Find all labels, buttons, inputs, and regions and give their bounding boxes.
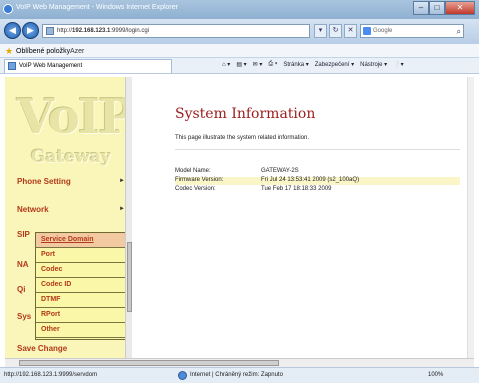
print-icon[interactable]: ⎙ ▾ <box>268 61 277 68</box>
nav-icons: ▾ ↻ ✕ <box>314 24 357 38</box>
menu-save-change[interactable]: Save Change <box>17 344 67 353</box>
info-label: Firmware Version: <box>175 177 224 183</box>
info-value: Fri Jul 24 13:53:41 2009 (s2_100aQ) <box>261 177 360 183</box>
page-title: System Information <box>175 106 316 122</box>
favorites-star-icon[interactable]: ★ <box>5 46 13 57</box>
logo-subtitle: Gateway <box>31 147 111 167</box>
info-value: Tue Feb 17 18:18:33 2009 <box>261 186 332 192</box>
sidebar-scroll-thumb[interactable] <box>127 242 132 312</box>
logo-text: VoIP <box>17 89 132 145</box>
tab-bar: VoIP Web Management ⌂ ▾ ▤ ▾ ✉ ▾ ⎙ ▾ Strá… <box>0 58 479 74</box>
search-engine-label: Google <box>373 28 393 34</box>
favorite-item[interactable]: Azer <box>70 48 84 55</box>
stop-icon[interactable]: ✕ <box>344 24 357 38</box>
command-bar: ⌂ ▾ ▤ ▾ ✉ ▾ ⎙ ▾ Stránka ▾ Zabezpečení ▾ … <box>222 61 404 68</box>
status-zone: Internet | Chráněný režim: Zapnuto <box>190 372 283 378</box>
tab-title: VoIP Web Management <box>19 63 83 69</box>
forward-button[interactable]: ▶ <box>22 22 39 39</box>
submenu-dtmf[interactable]: DTMF <box>36 293 127 308</box>
feeds-icon[interactable]: ▤ ▾ <box>236 61 246 68</box>
main-content: System Information This page illustrate … <box>134 77 474 367</box>
address-prefix: http:// <box>57 28 73 34</box>
sidebar: VoIP Gateway Phone Setting ► Network ► S… <box>5 77 132 367</box>
dropdown-icon[interactable]: ▾ <box>314 24 327 38</box>
info-row-firmware: Firmware Version: Fri Jul 24 13:53:41 20… <box>175 177 460 185</box>
menu-nat[interactable]: NA <box>17 260 29 269</box>
maximize-button[interactable]: □ <box>429 1 445 15</box>
info-row-model: Model Name: GATEWAY-2S <box>175 168 460 176</box>
content-scrollbar[interactable] <box>467 77 474 367</box>
menu-phone-setting[interactable]: Phone Setting <box>17 177 71 186</box>
submenu-codec-id[interactable]: Codec ID <box>36 278 127 293</box>
security-menu[interactable]: Zabezpečení ▾ <box>315 61 354 68</box>
submenu-other[interactable]: Other <box>36 323 127 338</box>
address-host: 192.168.123.1 <box>72 28 111 34</box>
info-row-codec: Codec Version: Tue Feb 17 18:18:33 2009 <box>175 186 460 194</box>
window-controls: – □ ✕ <box>413 1 475 15</box>
window-titlebar: VoIP Web Management - Windows Internet E… <box>0 0 479 19</box>
ie-logo-icon <box>3 4 13 14</box>
search-input[interactable]: Google ⌕ <box>360 24 464 38</box>
status-url: http://192.168.123.1:9999/servdom <box>4 372 98 378</box>
submenu-port[interactable]: Port <box>36 248 127 263</box>
tab-voip[interactable]: VoIP Web Management <box>4 59 172 73</box>
close-button[interactable]: ✕ <box>445 1 475 15</box>
tools-menu[interactable]: Nástroje ▾ <box>360 61 387 68</box>
favorites-button[interactable]: Oblíbené položky <box>16 48 70 55</box>
sidebar-scrollbar[interactable] <box>125 77 132 367</box>
globe-icon <box>178 371 187 380</box>
horizontal-scrollbar[interactable] <box>5 358 474 367</box>
page-menu[interactable]: Stránka ▾ <box>283 61 308 68</box>
mail-icon[interactable]: ✉ ▾ <box>253 61 263 68</box>
menu-sip[interactable]: SIP <box>17 230 30 239</box>
submenu-service-domain[interactable]: Service Domain <box>36 233 127 248</box>
window-title: VoIP Web Management - Windows Internet E… <box>16 4 178 11</box>
sip-submenu: Service Domain Port Codec Codec ID DTMF … <box>35 232 128 340</box>
info-label: Model Name: <box>175 168 211 174</box>
back-button[interactable]: ◀ <box>4 22 21 39</box>
submenu-rport[interactable]: RPort <box>36 308 127 323</box>
minimize-button[interactable]: – <box>413 1 429 15</box>
status-bar: http://192.168.123.1:9999/servdom Intern… <box>0 367 479 383</box>
search-icon[interactable]: ⌕ <box>457 26 461 38</box>
address-path: :9999/login.cgi <box>110 28 150 34</box>
info-value: GATEWAY-2S <box>261 168 299 174</box>
horizontal-scroll-thumb[interactable] <box>19 360 279 366</box>
address-bar[interactable]: http://192.168.123.1:9999/login.cgi <box>42 24 310 38</box>
navigation-bar: ◀ ▶ http://192.168.123.1:9999/login.cgi … <box>0 19 479 44</box>
info-label: Codec Version: <box>175 186 216 192</box>
page-icon <box>46 27 54 35</box>
refresh-icon[interactable]: ↻ <box>329 24 342 38</box>
page-description: This page illustrate the system related … <box>175 135 310 141</box>
menu-system[interactable]: Sys <box>17 312 31 321</box>
favorites-bar: ★ Oblíbené položky Azer <box>0 44 479 58</box>
menu-qos[interactable]: Qi <box>17 285 25 294</box>
tab-favicon-icon <box>8 62 16 70</box>
zoom-level[interactable]: 100% <box>428 372 443 378</box>
submenu-codec[interactable]: Codec <box>36 263 127 278</box>
google-icon <box>363 27 371 35</box>
help-icon[interactable]: ❔▾ <box>393 61 403 68</box>
home-icon[interactable]: ⌂ ▾ <box>222 61 230 68</box>
voip-gateway-logo: VoIP Gateway <box>5 77 132 172</box>
menu-network[interactable]: Network <box>17 205 49 214</box>
divider <box>175 149 460 150</box>
